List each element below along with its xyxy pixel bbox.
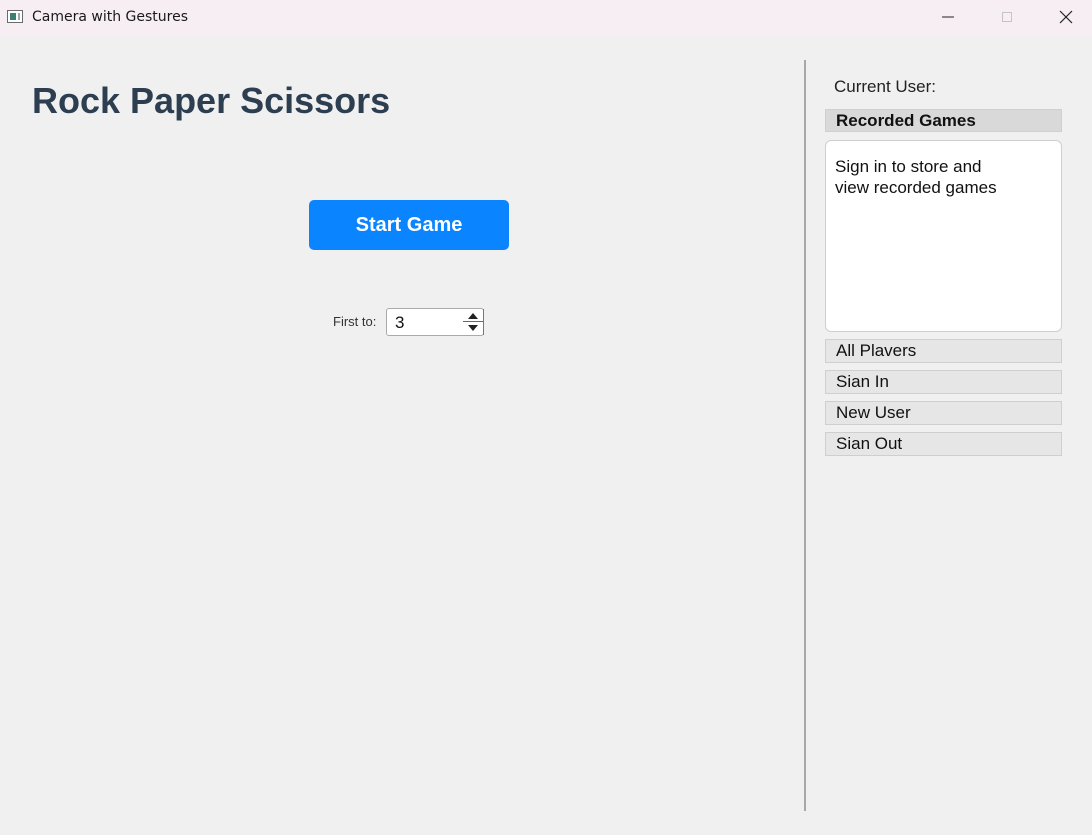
maximize-button[interactable] [985,0,1031,36]
sign-out-button[interactable]: Sian Out [825,432,1062,456]
arrow-up-icon [468,313,478,319]
app-content: Rock Paper Scissors Start Game First to:… [0,36,1092,835]
maximize-icon [1002,12,1012,22]
page-title: Rock Paper Scissors [32,80,391,121]
recorded-games-list[interactable]: Sign in to store and view recorded games [825,140,1062,332]
minimize-button[interactable] [926,0,972,36]
first-to-value[interactable]: 3 [395,313,404,333]
current-user-label: Current User: [834,77,937,96]
panel-divider[interactable] [804,60,806,811]
close-icon [1059,10,1073,24]
sign-in-button[interactable]: Sian In [825,370,1062,394]
all-players-button[interactable]: All Plavers [825,339,1062,363]
minimize-icon [942,16,954,18]
spin-down-button[interactable] [463,322,483,334]
first-to-spinbox[interactable]: 3 [386,308,484,336]
spin-edge [483,309,484,335]
title-bar: Camera with Gestures [0,0,1092,36]
close-button[interactable] [1044,0,1090,36]
window-title: Camera with Gestures [32,9,189,25]
start-game-button[interactable]: Start Game [309,200,509,250]
app-icon [7,10,23,23]
first-to-label: First to: [333,314,377,329]
recorded-games-header: Recorded Games [825,109,1062,132]
arrow-down-icon [468,325,478,331]
new-user-button[interactable]: New User [825,401,1062,425]
